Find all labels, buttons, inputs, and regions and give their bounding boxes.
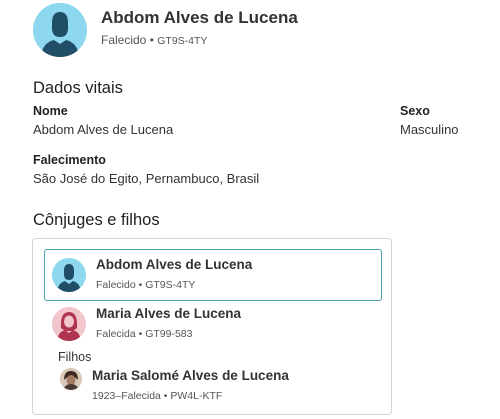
family-title: Cônjuges e filhos: [33, 211, 160, 229]
spouse-name[interactable]: Maria Alves de Lucena: [96, 306, 241, 321]
child-name[interactable]: Maria Salomé Alves de Lucena: [92, 368, 289, 383]
header-avatar: [33, 3, 87, 57]
sex-value: Masculino: [400, 122, 459, 137]
spouse-meta: Falecida • GT99-583: [96, 328, 193, 340]
person-id: GT9S-4TY: [157, 35, 208, 47]
spouse-avatar: [52, 258, 86, 292]
death-label: Falecimento: [33, 153, 106, 167]
vitals-title: Dados vitais: [33, 79, 123, 97]
spouse-avatar: [52, 307, 86, 341]
status-text: Falecido: [101, 33, 147, 47]
male-avatar-icon: [52, 258, 86, 292]
female-avatar-icon: [52, 307, 86, 341]
page-title: Abdom Alves de Lucena: [101, 8, 298, 27]
spouse-meta: Falecido • GT9S-4TY: [96, 279, 196, 291]
header-meta: Falecido • GT9S-4TY: [101, 33, 207, 47]
children-label: Filhos: [58, 350, 92, 364]
separator: •: [149, 33, 154, 47]
male-avatar-icon: [33, 3, 87, 57]
spouse-name[interactable]: Abdom Alves de Lucena: [96, 257, 252, 272]
sex-label: Sexo: [400, 104, 430, 118]
child-meta: 1923–Falecida • PW4L-KTF: [92, 390, 223, 402]
death-value: São José do Egito, Pernambuco, Brasil: [33, 171, 260, 186]
name-value: Abdom Alves de Lucena: [33, 122, 174, 137]
child-avatar: [60, 368, 82, 390]
photo-avatar-icon: [60, 368, 82, 390]
name-label: Nome: [33, 104, 68, 118]
